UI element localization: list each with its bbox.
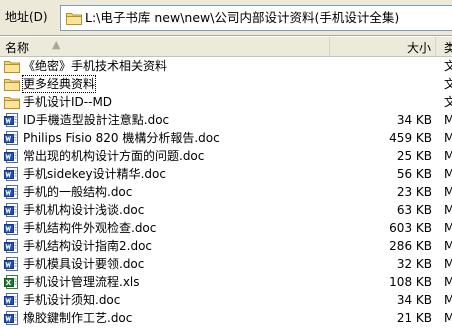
file-size: 459 KB <box>389 131 432 145</box>
folder-row[interactable]: 《绝密》手机技术相关资料 文 <box>0 57 452 75</box>
file-size: 63 KB <box>396 203 432 217</box>
file-type: 文 <box>444 59 452 73</box>
file-type: M <box>444 293 452 307</box>
file-name[interactable]: 手机设计须知.doc <box>23 292 120 308</box>
word-doc-icon <box>4 203 20 217</box>
file-name[interactable]: 手机sidekey设计精华.doc <box>23 166 166 182</box>
file-name[interactable]: 手机模具设计要领.doc <box>23 256 144 272</box>
address-field[interactable]: L:\电子书库 new\new\公司内部设计资料(手机设计全集) <box>60 5 452 31</box>
file-type: M <box>444 185 452 199</box>
file-type: M <box>444 311 452 325</box>
folder-row[interactable]: 手机设计ID--MD 文 <box>0 93 452 111</box>
word-doc-icon <box>4 185 20 199</box>
file-type: 文 <box>444 95 452 109</box>
address-bar: 地址(D) L:\电子书库 new\new\公司内部设计资料(手机设计全集) <box>0 0 452 36</box>
word-doc-icon <box>4 239 20 253</box>
file-type: M <box>444 203 452 217</box>
file-size: 21 KB <box>396 311 432 325</box>
file-list: 《绝密》手机技术相关资料文更多经典资料文手机设计ID--MD 文 ID手機造型設計注… <box>0 57 452 328</box>
word-doc-icon <box>4 167 20 181</box>
file-name[interactable]: 《绝密》手机技术相关资料 <box>23 58 167 74</box>
file-row[interactable]: 橡胶鍵制作工艺.doc 21 KB M <box>0 309 452 327</box>
file-size: 32 KB <box>396 257 432 271</box>
type-column-label: 类 <box>444 41 452 55</box>
file-name[interactable]: 手机结构设计指南2.doc <box>23 238 152 254</box>
word-doc-icon <box>4 257 20 271</box>
file-row[interactable]: 手机的一般结构.doc 23 KB M <box>0 183 452 201</box>
file-size: 25 KB <box>396 149 432 163</box>
file-name[interactable]: 橡胶鍵制作工艺.doc <box>23 310 132 326</box>
address-path[interactable]: L:\电子书库 new\new\公司内部设计资料(手机设计全集) <box>85 10 399 26</box>
word-doc-icon <box>4 221 20 235</box>
file-name[interactable]: 手机设计管理流程.xls <box>23 274 140 290</box>
address-label: 地址(D) <box>5 10 48 24</box>
file-type: M <box>444 131 452 145</box>
type-column-header[interactable]: 类 <box>436 37 452 56</box>
file-size: 56 KB <box>396 167 432 181</box>
folder-icon <box>4 59 20 73</box>
file-row[interactable]: 手机sidekey设计精华.doc 56 KB M <box>0 165 452 183</box>
file-size: 23 KB <box>396 185 432 199</box>
file-type: M <box>444 221 452 235</box>
column-header: 名称 ▲ 大小 类 <box>0 37 452 57</box>
folder-icon <box>4 95 20 109</box>
folder-row[interactable]: 更多经典资料 文 <box>0 75 452 93</box>
file-name[interactable]: 手机机构设计浅谈.doc <box>23 202 144 218</box>
file-row[interactable]: 手机结构件外观检查.doc 603 KB M <box>0 219 452 237</box>
file-type: 文 <box>444 77 452 91</box>
file-name[interactable]: 更多经典资料 <box>21 75 97 93</box>
file-row[interactable]: 手机设计须知.doc 34 KB M <box>0 291 452 309</box>
file-type: M <box>444 167 452 181</box>
file-row[interactable]: 手机机构设计浅谈.doc 63 KB M <box>0 201 452 219</box>
file-size: 286 KB <box>389 239 432 253</box>
excel-xls-icon <box>4 275 20 289</box>
file-name[interactable]: Philips Fisio 820 機構分析報告.doc <box>23 130 220 146</box>
file-name[interactable]: 手机设计ID--MD <box>23 94 112 110</box>
word-doc-icon <box>4 113 20 127</box>
file-name[interactable]: 常出现的机构设计方面的问题.doc <box>23 148 204 164</box>
file-row[interactable]: Philips Fisio 820 機構分析報告.doc 459 KB M <box>0 129 452 147</box>
word-doc-icon <box>4 149 20 163</box>
file-row[interactable]: 常出现的机构设计方面的问题.doc 25 KB M <box>0 147 452 165</box>
size-column-label: 大小 <box>406 41 431 55</box>
word-doc-icon <box>4 311 20 325</box>
size-column-header[interactable]: 大小 <box>330 37 436 56</box>
file-row[interactable]: 手机结构设计指南2.doc 286 KB M <box>0 237 452 255</box>
file-type: M <box>444 149 452 163</box>
file-type: M <box>444 239 452 253</box>
name-column-label: 名称 <box>5 41 30 55</box>
file-type: M <box>444 275 452 289</box>
folder-icon <box>66 11 82 25</box>
word-doc-icon <box>4 131 20 145</box>
file-name[interactable]: ID手機造型設計注意點.doc <box>23 112 169 128</box>
sort-ascending-icon: ▲ <box>52 38 61 51</box>
file-type: M <box>444 257 452 271</box>
file-size: 34 KB <box>396 113 432 127</box>
file-type: M <box>444 113 452 127</box>
file-row[interactable]: 手机设计管理流程.xls 108 KB M <box>0 273 452 291</box>
file-row[interactable]: 手机模具设计要领.doc 32 KB M <box>0 255 452 273</box>
file-size: 603 KB <box>389 221 432 235</box>
file-name[interactable]: 手机的一般结构.doc <box>23 184 132 200</box>
word-doc-icon <box>4 293 20 307</box>
file-row[interactable]: ID手機造型設計注意點.doc 34 KB M <box>0 111 452 129</box>
name-column-header[interactable]: 名称 ▲ <box>0 37 330 56</box>
file-name[interactable]: 手机结构件外观检查.doc <box>23 220 156 236</box>
file-size: 34 KB <box>396 293 432 307</box>
file-size: 108 KB <box>389 275 432 289</box>
folder-icon <box>4 77 20 91</box>
